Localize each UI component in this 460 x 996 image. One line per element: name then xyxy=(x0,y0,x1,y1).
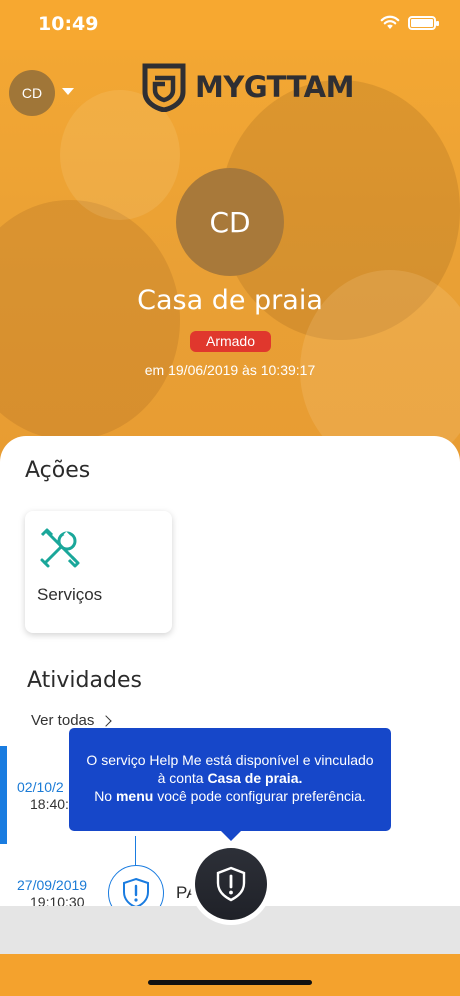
actions-title: Ações xyxy=(25,458,91,483)
action-services-label: Serviços xyxy=(37,585,103,604)
home-indicator[interactable] xyxy=(148,980,312,985)
user-initials: CD xyxy=(21,85,43,101)
see-all-label: Ver todas xyxy=(31,712,95,729)
app-logo: MYGTTAM xyxy=(141,62,354,112)
battery-icon xyxy=(408,15,439,30)
tooltip-arrow xyxy=(221,831,241,841)
status-icons xyxy=(380,15,439,30)
status-timestamp: em 19/06/2019 às 10:39:17 xyxy=(144,362,316,378)
tooltip-line-2: à conta Casa de praia. xyxy=(157,770,303,786)
see-all-link[interactable]: Ver todas xyxy=(31,712,113,729)
site-hero: CD MYGTTAM CD Casa de praia Armado em 19… xyxy=(0,50,460,470)
activity-date: 27/09/2019 xyxy=(17,877,88,893)
help-me-tooltip[interactable]: O serviço Help Me está disponível e vinc… xyxy=(69,728,391,841)
bottom-bar xyxy=(0,954,460,996)
shield-alert-icon xyxy=(216,866,246,902)
tooltip-line-3: No menu você pode configurar preferência… xyxy=(94,788,366,804)
timeline-selected-indicator xyxy=(0,746,7,844)
site-avatar: CD xyxy=(176,168,284,276)
activities-title: Atividades xyxy=(27,668,142,693)
status-badge: Armado xyxy=(190,331,271,352)
tooltip-line-1: O serviço Help Me está disponível e vinc… xyxy=(86,752,374,768)
chevron-right-icon xyxy=(100,714,113,727)
site-name: Casa de praia xyxy=(137,285,323,316)
user-avatar-button[interactable]: CD xyxy=(9,70,55,116)
shield-alert-icon xyxy=(123,877,149,906)
tools-icon xyxy=(40,528,80,568)
activity-time: 19:10:30 xyxy=(30,894,85,906)
caret-down-icon[interactable] xyxy=(62,88,74,95)
status-bar: 10:49 xyxy=(0,0,460,50)
help-me-button[interactable] xyxy=(195,848,267,920)
activity-date: 02/10/2 xyxy=(17,779,64,795)
activity-shield-icon[interactable] xyxy=(108,865,164,906)
gttam-logo-icon xyxy=(142,63,186,112)
wifi-icon xyxy=(380,15,400,29)
status-time: 10:49 xyxy=(38,13,99,35)
logo-text: MYGTTAM xyxy=(195,70,354,104)
action-card-services[interactable]: Serviços xyxy=(25,511,172,633)
site-initials: CD xyxy=(209,205,251,239)
